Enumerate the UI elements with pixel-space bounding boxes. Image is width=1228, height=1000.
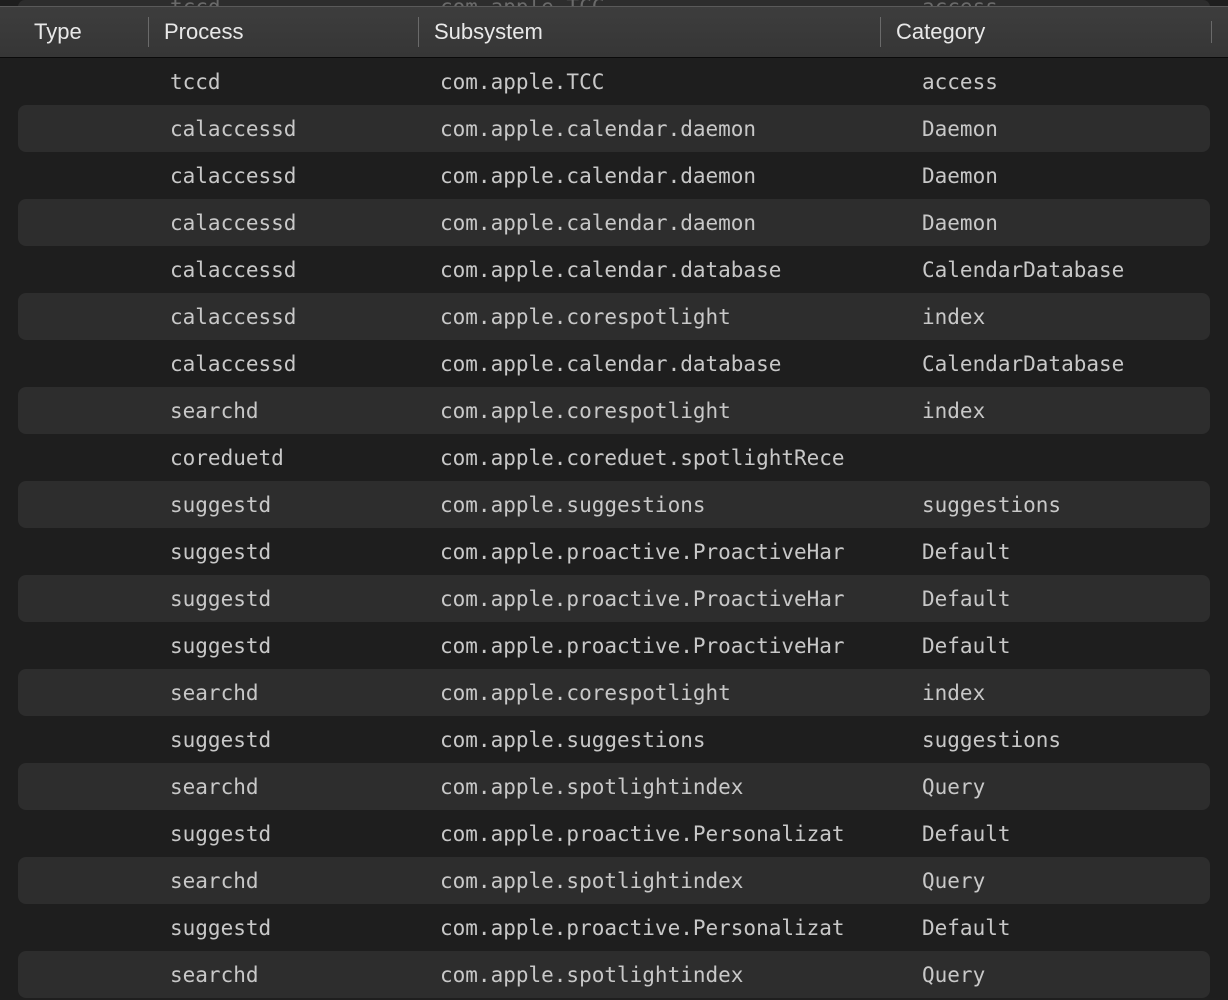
cell-subsystem: com.apple.corespotlight <box>436 399 898 423</box>
cell-subsystem: com.apple.calendar.daemon <box>436 211 898 235</box>
table-row[interactable]: calaccessd com.apple.corespotlight index <box>18 293 1210 340</box>
cell-category: Default <box>898 634 1228 658</box>
table-row[interactable]: coreduetd com.apple.coreduet.spotlightRe… <box>18 434 1210 481</box>
cell-subsystem: com.apple.spotlightindex <box>436 775 898 799</box>
cell-process: suggestd <box>166 493 436 517</box>
column-header-process[interactable]: Process <box>148 7 418 57</box>
table-row[interactable]: searchd com.apple.spotlightindex Query <box>18 763 1210 810</box>
log-table: tccd com.apple.TCC access Type Process S… <box>0 0 1228 1000</box>
cell-category: Query <box>898 963 1228 987</box>
table-row[interactable]: suggestd com.apple.proactive.ProactiveHa… <box>18 575 1210 622</box>
cell-category: CalendarDatabase <box>898 352 1228 376</box>
table-row[interactable]: tccd com.apple.TCC access <box>18 58 1210 105</box>
cell-subsystem: com.apple.calendar.database <box>436 352 898 376</box>
cell-subsystem: com.apple.proactive.ProactiveHar <box>436 634 898 658</box>
cell-subsystem: com.apple.corespotlight <box>436 305 898 329</box>
cell-process: coreduetd <box>166 446 436 470</box>
cell-category: Default <box>898 916 1228 940</box>
cell-process: suggestd <box>166 587 436 611</box>
cell-category: Query <box>898 869 1228 893</box>
cell-process: searchd <box>166 775 436 799</box>
cell-subsystem: com.apple.proactive.ProactiveHar <box>436 540 898 564</box>
cell-process: suggestd <box>166 728 436 752</box>
cell-subsystem: com.apple.calendar.database <box>436 258 898 282</box>
cell-category: index <box>898 681 1228 705</box>
cell-subsystem: com.apple.calendar.daemon <box>436 164 898 188</box>
cell-category: index <box>898 399 1228 423</box>
cell-process: tccd <box>166 70 436 94</box>
cell-subsystem: com.apple.proactive.Personalizat <box>436 916 898 940</box>
table-row[interactable]: searchd com.apple.corespotlight index <box>18 669 1210 716</box>
cell-subsystem: com.apple.corespotlight <box>436 681 898 705</box>
cell-process: calaccessd <box>166 352 436 376</box>
table-row[interactable]: searchd com.apple.corespotlight index <box>18 387 1210 434</box>
table-row[interactable]: suggestd com.apple.suggestions suggestio… <box>18 481 1210 528</box>
table-row[interactable]: suggestd com.apple.proactive.ProactiveHa… <box>18 622 1210 669</box>
cell-category: Daemon <box>898 164 1228 188</box>
table-row[interactable]: suggestd com.apple.suggestions suggestio… <box>18 716 1210 763</box>
cell-process: suggestd <box>166 822 436 846</box>
cell-category: suggestions <box>898 728 1228 752</box>
table-row[interactable]: searchd com.apple.spotlightindex Query <box>18 857 1210 904</box>
table-body[interactable]: tccd com.apple.TCC access calaccessd com… <box>0 58 1228 1000</box>
cell-subsystem: com.apple.suggestions <box>436 493 898 517</box>
cell-subsystem: com.apple.proactive.ProactiveHar <box>436 587 898 611</box>
cell-process: calaccessd <box>166 164 436 188</box>
cell-subsystem: com.apple.spotlightindex <box>436 869 898 893</box>
column-header-category[interactable]: Category <box>880 7 1210 57</box>
cell-subsystem: com.apple.coreduet.spotlightRece <box>436 446 898 470</box>
cell-subsystem: com.apple.calendar.daemon <box>436 117 898 141</box>
cell-process: searchd <box>166 869 436 893</box>
cell-process: calaccessd <box>166 211 436 235</box>
cell-process: suggestd <box>166 916 436 940</box>
cell-subsystem: com.apple.proactive.Personalizat <box>436 822 898 846</box>
table-row[interactable]: calaccessd com.apple.calendar.daemon Dae… <box>18 105 1210 152</box>
cell-subsystem: com.apple.spotlightindex <box>436 963 898 987</box>
table-header: Type Process Subsystem Category <box>0 6 1228 58</box>
table-row[interactable]: suggestd com.apple.proactive.Personaliza… <box>18 810 1210 857</box>
table-row[interactable]: searchd com.apple.spotlightindex Query <box>18 951 1210 998</box>
cell-category: Daemon <box>898 117 1228 141</box>
table-row[interactable]: calaccessd com.apple.calendar.database C… <box>18 340 1210 387</box>
table-row[interactable]: suggestd com.apple.proactive.Personaliza… <box>18 904 1210 951</box>
cell-subsystem: com.apple.TCC <box>436 70 898 94</box>
cell-process: suggestd <box>166 634 436 658</box>
cell-process: calaccessd <box>166 305 436 329</box>
table-row[interactable]: calaccessd com.apple.calendar.database C… <box>18 246 1210 293</box>
cell-category: index <box>898 305 1228 329</box>
cell-process: searchd <box>166 399 436 423</box>
cell-process: searchd <box>166 681 436 705</box>
table-row[interactable]: calaccessd com.apple.calendar.daemon Dae… <box>18 152 1210 199</box>
cell-process: calaccessd <box>166 258 436 282</box>
cell-process: suggestd <box>166 540 436 564</box>
column-header-subsystem[interactable]: Subsystem <box>418 7 880 57</box>
cell-category: Default <box>898 822 1228 846</box>
cell-category: Daemon <box>898 211 1228 235</box>
cell-subsystem: com.apple.suggestions <box>436 728 898 752</box>
cell-category: Query <box>898 775 1228 799</box>
column-divider[interactable] <box>1211 21 1212 43</box>
table-row[interactable]: suggestd com.apple.proactive.ProactiveHa… <box>18 528 1210 575</box>
table-row[interactable]: calaccessd com.apple.calendar.daemon Dae… <box>18 199 1210 246</box>
cell-category: access <box>898 70 1228 94</box>
cell-process: searchd <box>166 963 436 987</box>
column-header-type[interactable]: Type <box>0 7 148 57</box>
cell-process: calaccessd <box>166 117 436 141</box>
cell-category: CalendarDatabase <box>898 258 1228 282</box>
cell-category: suggestions <box>898 493 1228 517</box>
cell-category: Default <box>898 587 1228 611</box>
cell-category: Default <box>898 540 1228 564</box>
